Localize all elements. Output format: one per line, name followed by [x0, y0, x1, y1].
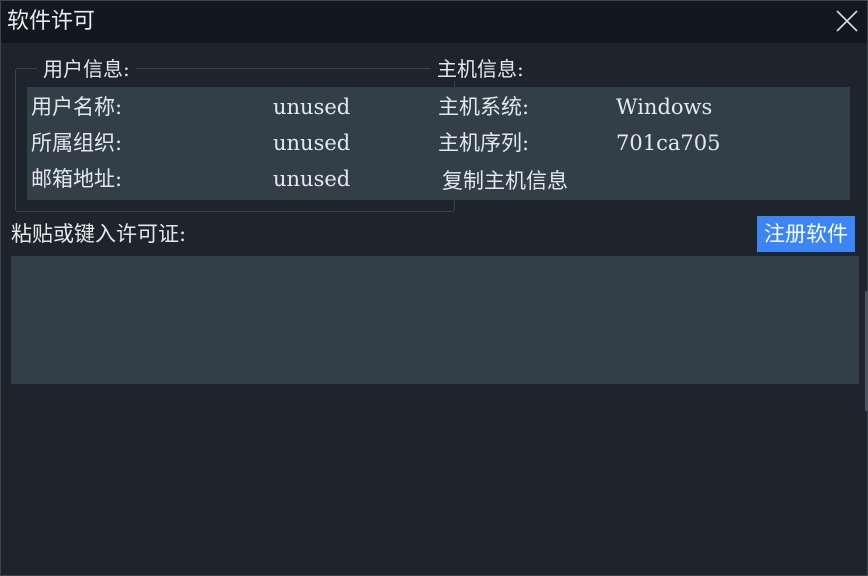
host-info-legend: 主机信息:: [431, 57, 530, 81]
organization-label: 所属组织:: [31, 131, 123, 155]
window-title: 软件许可: [7, 9, 96, 34]
user-name-value: unused: [273, 95, 351, 119]
user-info-legend: 用户信息:: [37, 57, 136, 81]
host-serial-value: 701ca705: [616, 131, 721, 155]
register-button[interactable]: 注册软件: [757, 216, 855, 252]
close-button[interactable]: [835, 9, 859, 33]
license-input[interactable]: [11, 256, 859, 384]
host-serial-label: 主机序列:: [438, 131, 530, 155]
user-name-label: 用户名称:: [31, 95, 123, 119]
copy-host-info-button[interactable]: 复制主机信息: [442, 168, 568, 194]
license-dialog: 软件许可 用户信息: 主机信息: 用户名称: unused 所属组织: unus…: [0, 0, 868, 576]
title-bar[interactable]: 软件许可: [1, 1, 867, 43]
organization-value: unused: [273, 131, 351, 155]
email-value: unused: [273, 167, 351, 191]
host-os-label: 主机系统:: [438, 95, 530, 119]
host-os-value: Windows: [616, 95, 713, 119]
license-label: 粘贴或键入许可证:: [11, 222, 187, 246]
close-icon: [836, 10, 858, 32]
email-label: 邮箱地址:: [31, 167, 123, 191]
